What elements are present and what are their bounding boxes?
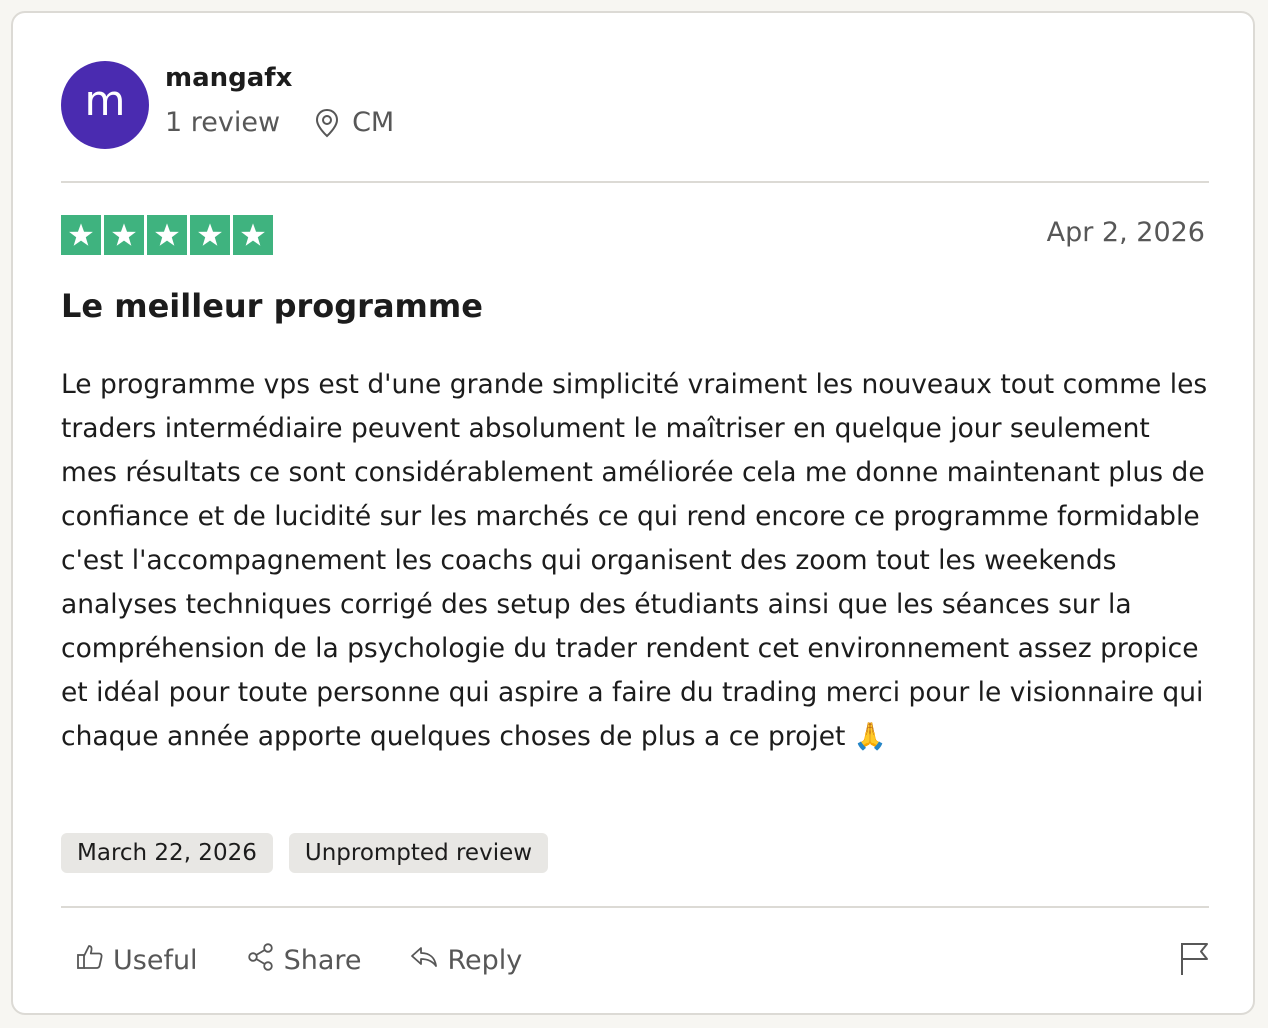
useful-label: Useful [113,944,198,976]
star-rating [61,215,273,255]
reply-icon [409,942,447,979]
divider [61,906,1209,908]
useful-button[interactable]: Useful [75,942,198,979]
share-icon [246,942,284,979]
star-icon [104,215,144,255]
reviewer-name[interactable]: mangafx [165,63,292,93]
share-button[interactable]: Share [246,942,362,979]
review-title: Le meilleur programme [61,287,483,325]
reviewer-country: CM [352,107,395,138]
reply-button[interactable]: Reply [409,942,522,979]
star-icon [190,215,230,255]
experience-date-badge: March 22, 2026 [61,833,273,873]
divider [61,181,1209,183]
review-count: 1 review [165,107,281,138]
avatar[interactable]: m [61,61,149,149]
review-body: Le programme vps est d'une grande simpli… [61,369,1208,752]
flag-icon[interactable] [1179,941,1211,977]
review-actions: Useful Share Reply [75,935,570,985]
review-date: Apr 2, 2026 [1046,217,1205,248]
review-badges: March 22, 2026 Unprompted review [61,833,549,873]
thumbs-up-icon [75,942,113,979]
reviewer-meta: 1 review CM [165,107,394,138]
share-label: Share [283,944,362,976]
reply-label: Reply [447,944,523,976]
star-icon [61,215,101,255]
review-card: m mangafx 1 review CM Apr 2, 2026 Le mei… [11,11,1255,1015]
star-icon [147,215,187,255]
star-icon [233,215,273,255]
map-pin-icon [314,108,340,138]
review-type-badge[interactable]: Unprompted review [288,833,549,873]
